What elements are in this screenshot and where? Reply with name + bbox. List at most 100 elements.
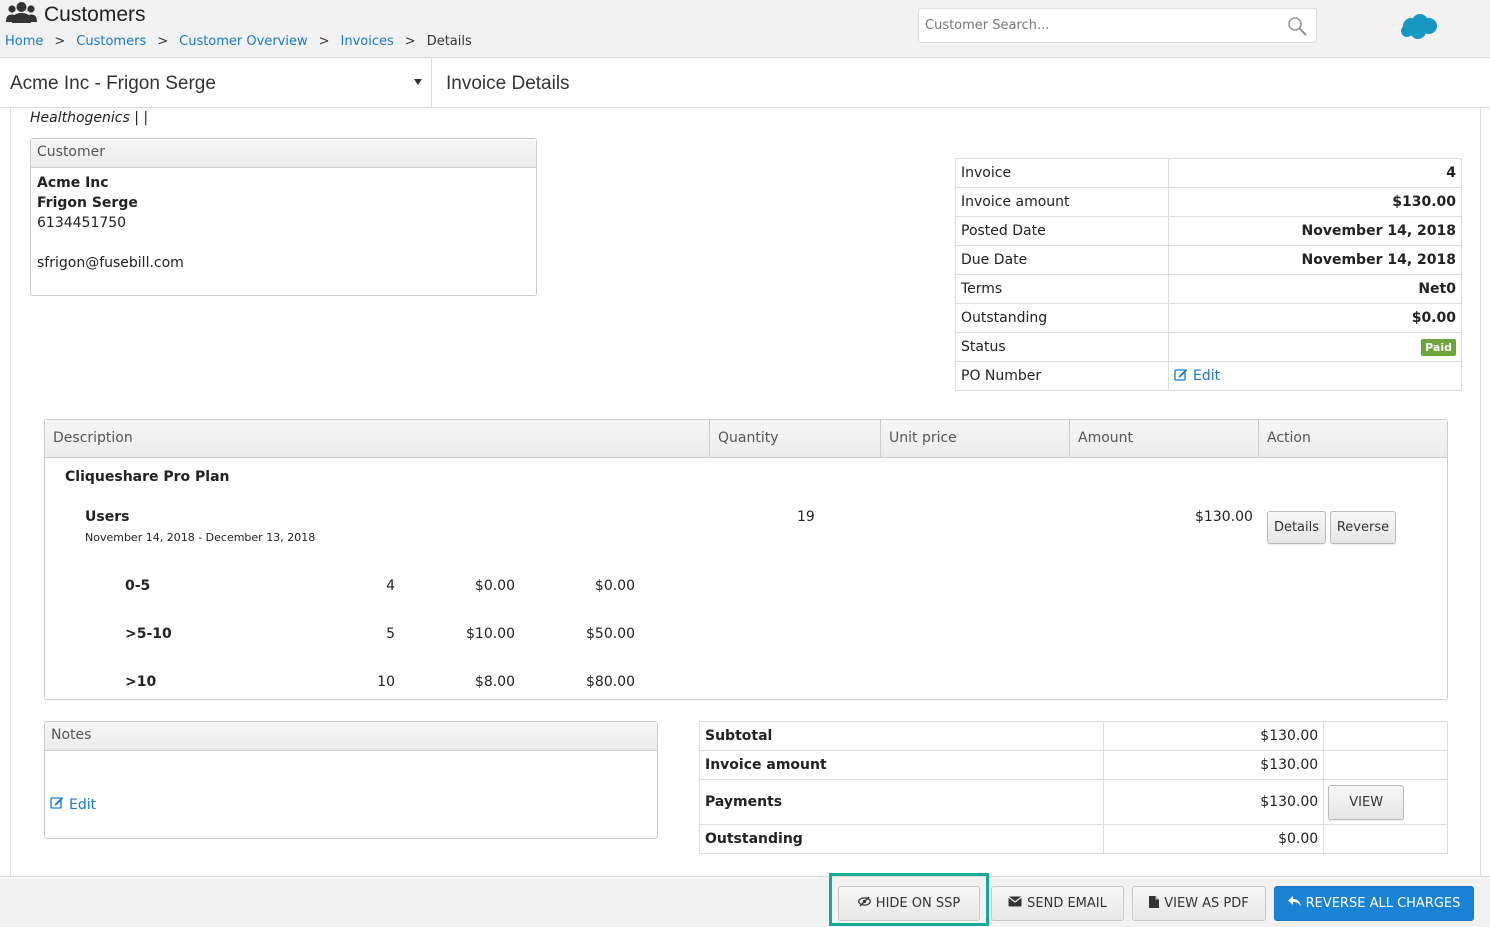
reverse-button[interactable]: Reverse	[1330, 511, 1396, 544]
edit-icon	[50, 796, 64, 813]
column-unit-price: Unit price	[881, 420, 1070, 457]
line-items-table: Description Quantity Unit price Amount A…	[44, 419, 1448, 700]
notes-edit-link[interactable]: Edit	[50, 796, 96, 813]
company-line: Healthogenics | |	[30, 110, 149, 126]
table-row: Terms Net0	[955, 274, 1462, 304]
table-row: Invoice amount $130.00	[698, 750, 1448, 780]
breadcrumb-current: Details	[426, 34, 472, 49]
send-email-button[interactable]: SEND EMAIL	[991, 886, 1124, 921]
table-row: PO Number Edit	[955, 361, 1462, 391]
breadcrumb-home[interactable]: Home	[5, 34, 43, 49]
po-number-label: PO Number	[955, 361, 1169, 391]
tier-range: >5-10	[125, 626, 172, 642]
tier-quantity: 5	[386, 626, 395, 642]
table-row: Posted Date November 14, 2018	[955, 216, 1462, 246]
breadcrumb: Home > Customers > Customer Overview > I…	[5, 34, 472, 49]
edit-icon	[1174, 368, 1188, 385]
breadcrumb-separator: >	[54, 34, 66, 49]
column-description: Description	[45, 420, 710, 457]
tier-amount: $0.00	[594, 578, 635, 594]
subtotal-value: $130.00	[1103, 721, 1325, 751]
tier-amount: $50.00	[586, 626, 635, 642]
page-title: Invoice Details	[446, 73, 570, 94]
product-amount: $130.00	[1195, 509, 1253, 525]
reply-icon	[1287, 896, 1301, 911]
notes-panel: Notes Edit	[44, 721, 658, 839]
customer-search	[918, 8, 1317, 43]
subtotal-label: Subtotal	[698, 721, 1105, 751]
posted-date-label: Posted Date	[955, 216, 1169, 246]
breadcrumb-separator: >	[404, 34, 416, 49]
customer-company: Acme Inc	[37, 175, 109, 191]
view-as-pdf-label: VIEW AS PDF	[1164, 896, 1249, 911]
envelope-icon	[1008, 896, 1022, 911]
details-button[interactable]: Details	[1267, 511, 1326, 544]
highlight-annotation	[829, 873, 989, 926]
breadcrumb-separator: >	[157, 34, 169, 49]
reverse-all-charges-button[interactable]: REVERSE ALL CHARGES	[1274, 886, 1474, 921]
tier-quantity: 10	[377, 674, 395, 690]
total-outstanding-label: Outstanding	[698, 824, 1105, 854]
table-row: Invoice 4	[955, 158, 1462, 188]
total-invoice-amount-label: Invoice amount	[698, 750, 1105, 780]
table-row: Outstanding $0.00	[955, 303, 1462, 333]
table-row: Outstanding $0.00	[698, 824, 1448, 854]
payments-value: $130.00	[1103, 779, 1325, 825]
salesforce-cloud-icon[interactable]	[1399, 12, 1439, 44]
breadcrumb-customers[interactable]: Customers	[76, 34, 146, 49]
totals-table: Subtotal $130.00 Invoice amount $130.00 …	[698, 721, 1448, 854]
customer-email: sfrigon@fusebill.com	[37, 255, 184, 271]
plan-name: Cliqueshare Pro Plan	[65, 469, 230, 485]
table-row: Invoice amount $130.00	[955, 187, 1462, 217]
table-row: Due Date November 14, 2018	[955, 245, 1462, 275]
customer-phone: 6134451750	[37, 215, 127, 231]
account-selector-label: Acme Inc - Frigon Serge	[10, 73, 216, 94]
customer-search-input[interactable]	[919, 9, 1316, 42]
footer-action-bar: HIDE ON SSP SEND EMAIL VIEW AS PDF REVER…	[0, 876, 1490, 927]
tier-amount: $80.00	[586, 674, 635, 690]
outstanding-value: $0.00	[1168, 303, 1462, 333]
file-icon	[1149, 895, 1160, 912]
customer-panel-heading: Customer	[31, 139, 536, 168]
product-quantity: 19	[797, 509, 815, 525]
sub-header: Acme Inc - Frigon Serge Invoice Details	[0, 58, 1490, 108]
tier-unit-price: $8.00	[474, 674, 515, 690]
table-row: Subtotal $130.00	[698, 721, 1448, 751]
line-items-header: Description Quantity Unit price Amount A…	[45, 420, 1447, 458]
invoice-amount-value: $130.00	[1168, 187, 1462, 217]
po-number-edit-label: Edit	[1193, 368, 1221, 384]
invoice-info-table: Invoice 4 Invoice amount $130.00 Posted Da…	[955, 158, 1462, 391]
invoice-amount-label: Invoice amount	[955, 187, 1169, 217]
tier-unit-price: $0.00	[474, 578, 515, 594]
product-name: Users	[85, 509, 130, 525]
breadcrumb-separator: >	[318, 34, 330, 49]
search-icon[interactable]	[1287, 16, 1307, 40]
column-action: Action	[1267, 430, 1311, 446]
notes-edit-label: Edit	[69, 796, 97, 813]
view-as-pdf-button[interactable]: VIEW AS PDF	[1132, 886, 1266, 921]
customer-panel: Customer Acme Inc Frigon Serge 613445175…	[30, 138, 537, 296]
account-selector[interactable]: Acme Inc - Frigon Serge	[0, 58, 432, 107]
outstanding-label: Outstanding	[955, 303, 1169, 333]
breadcrumb-customer-overview[interactable]: Customer Overview	[179, 34, 307, 49]
breadcrumb-invoices[interactable]: Invoices	[341, 34, 394, 49]
table-row: Payments $130.00 VIEW	[698, 779, 1448, 825]
send-email-label: SEND EMAIL	[1027, 896, 1107, 911]
terms-label: Terms	[955, 274, 1169, 304]
reverse-all-charges-label: REVERSE ALL CHARGES	[1305, 896, 1461, 911]
customer-contact: Frigon Serge	[37, 195, 138, 211]
caret-down-icon	[414, 79, 422, 85]
po-number-edit-link[interactable]: Edit	[1174, 368, 1220, 385]
view-payments-button[interactable]: VIEW	[1328, 785, 1405, 820]
due-date-value: November 14, 2018	[1168, 245, 1462, 275]
column-amount: Amount	[1070, 420, 1259, 457]
posted-date-value: November 14, 2018	[1168, 216, 1462, 246]
tier-unit-price: $10.00	[466, 626, 515, 642]
table-row: Status Paid	[955, 332, 1462, 362]
app-title-text: Customers	[44, 3, 146, 26]
total-invoice-amount-value: $130.00	[1103, 750, 1325, 780]
tier-quantity: 4	[386, 578, 395, 594]
due-date-label: Due Date	[955, 245, 1169, 275]
status-label: Status	[955, 332, 1169, 362]
tier-range: 0-5	[125, 578, 151, 594]
